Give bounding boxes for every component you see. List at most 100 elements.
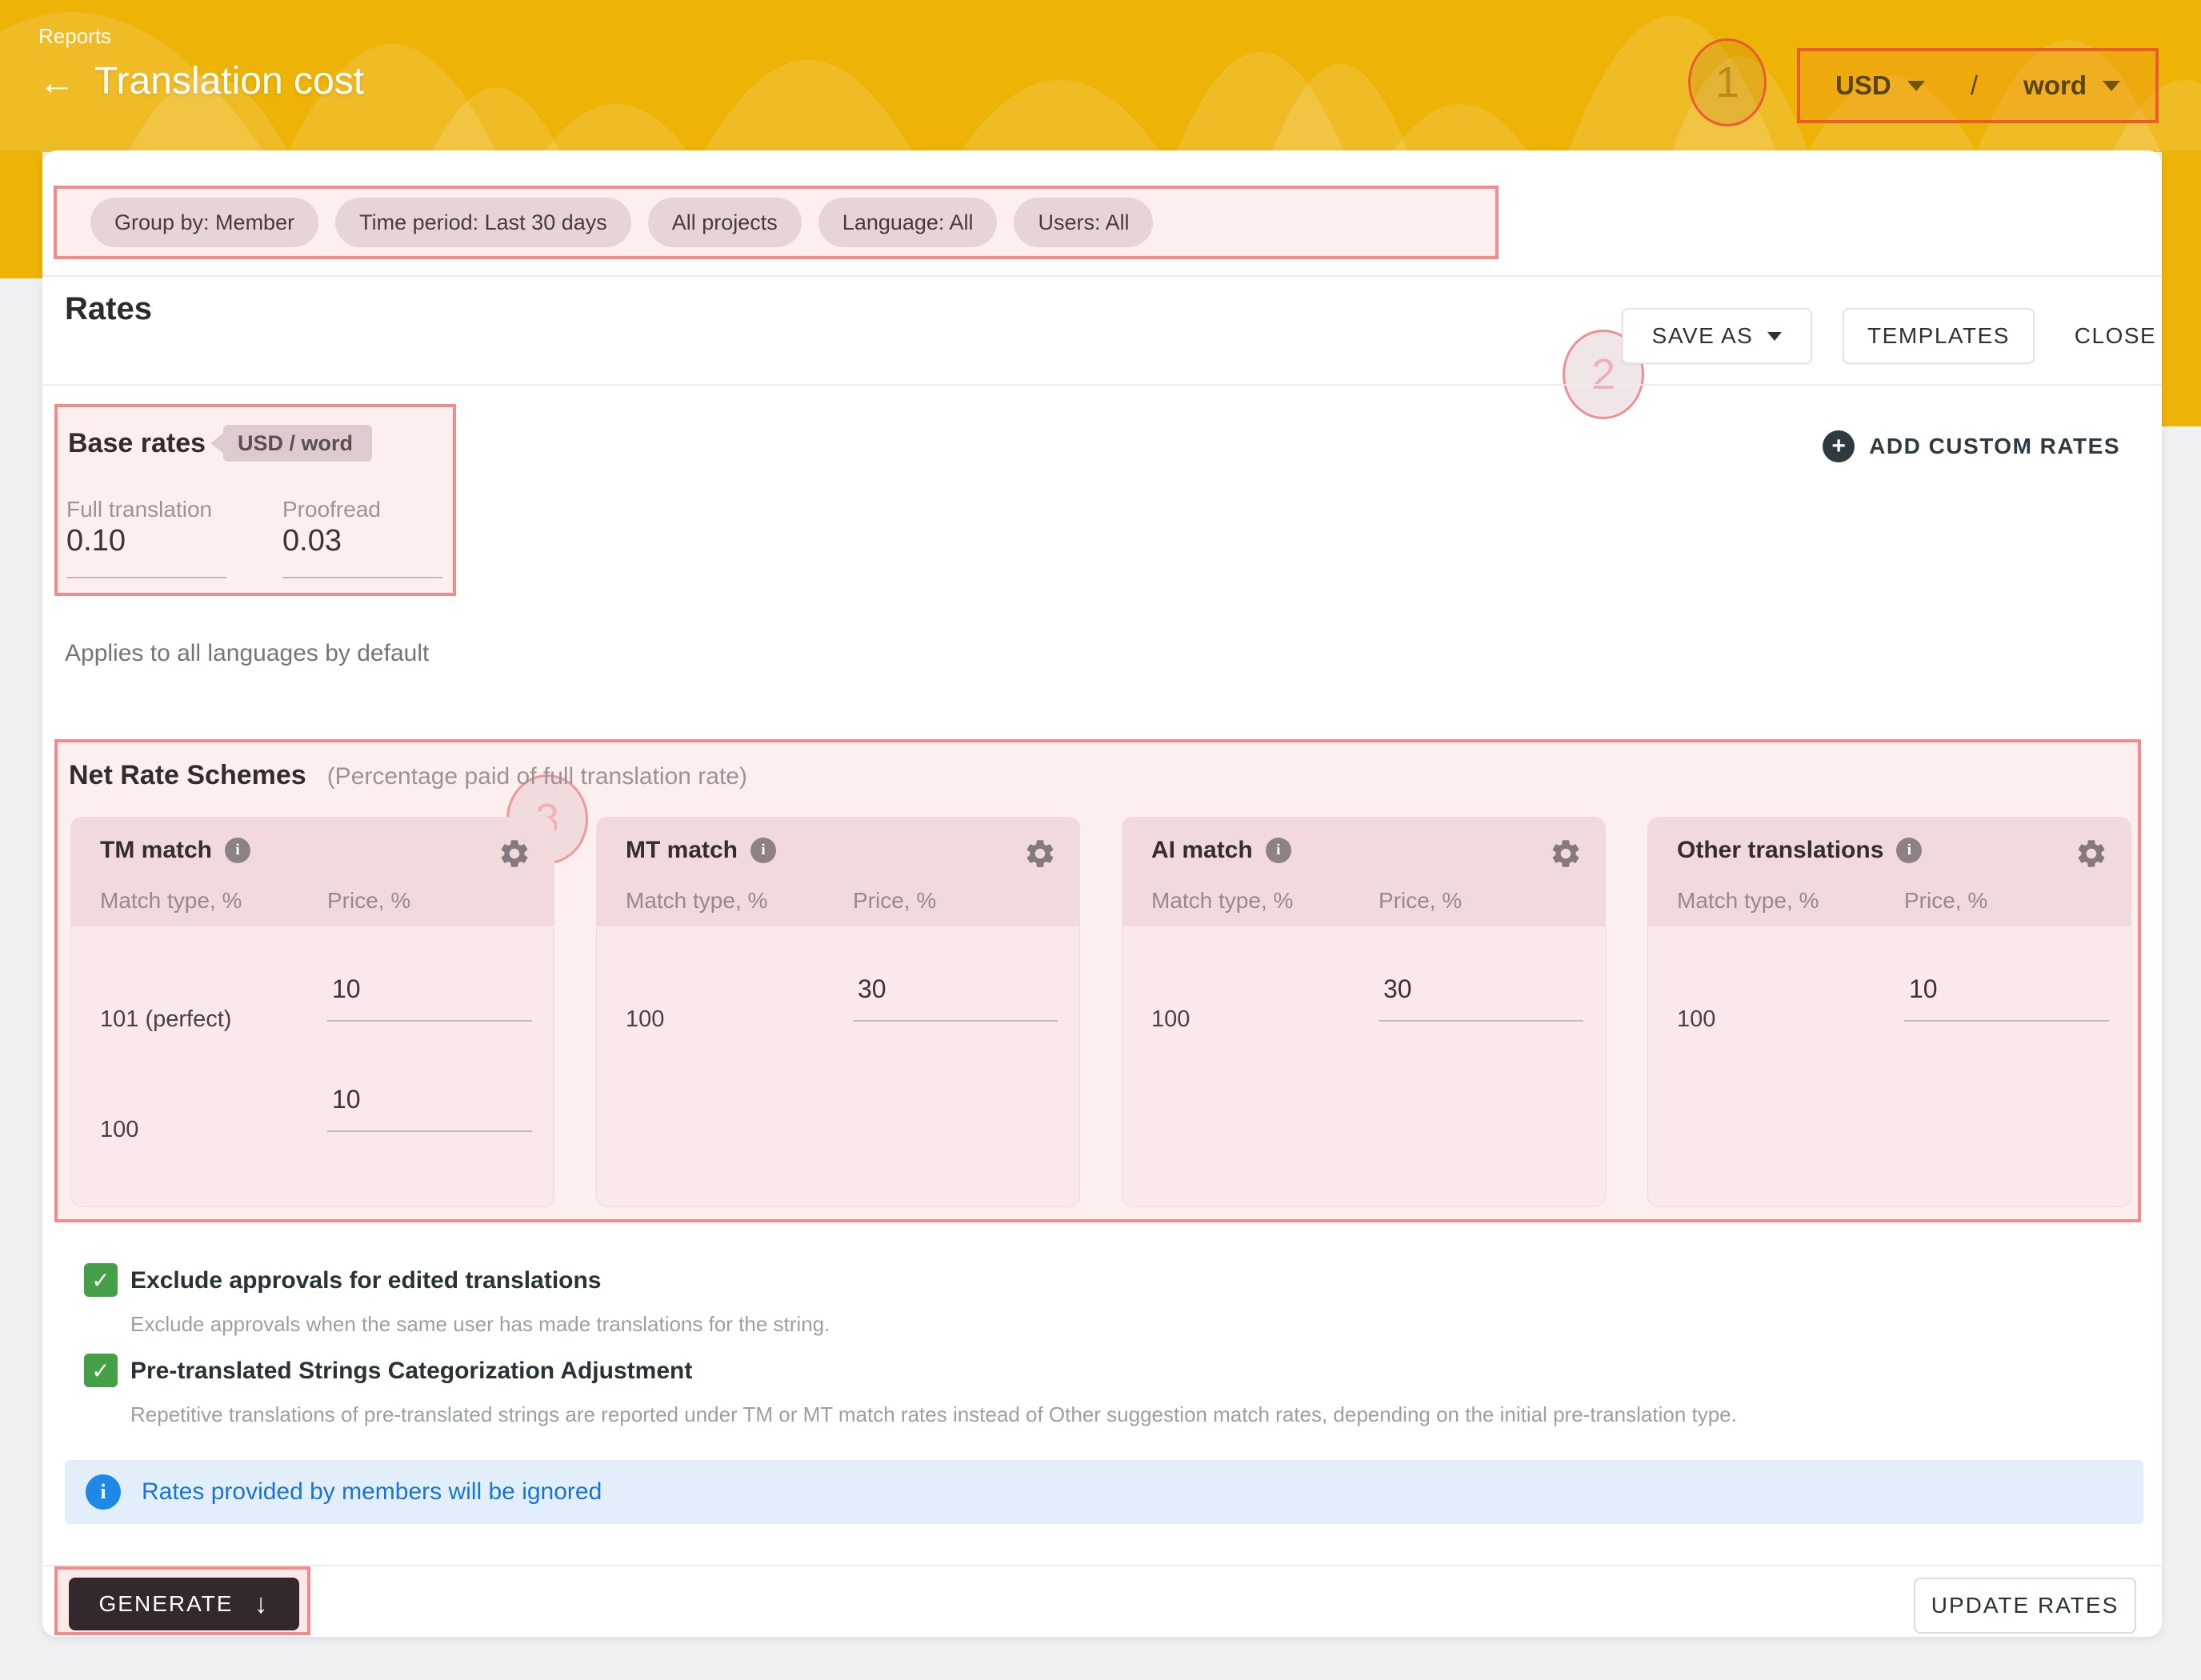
annotation-step-2-number: 2 — [1591, 350, 1615, 399]
breadcrumb[interactable]: Reports — [38, 24, 111, 49]
chevron-down-icon — [2103, 81, 2120, 91]
card-title: MT match — [626, 837, 738, 864]
check-icon: ✓ — [91, 1358, 110, 1384]
info-banner: i Rates provided by members will be igno… — [65, 1460, 2143, 1524]
update-rates-button[interactable]: UPDATE RATES — [1914, 1578, 2136, 1634]
proofread-input[interactable]: 0.03 — [282, 524, 342, 558]
price-input[interactable]: 30 — [1379, 974, 1583, 1022]
base-rates-highlight-box: Base rates USD / word Full translation P… — [54, 404, 456, 596]
currency-unit-selector-highlight: USD / word — [1797, 48, 2159, 123]
net-rate-card-tm-match: TM match i Match type, % Price, % 101 (p… — [70, 817, 554, 1207]
templates-button[interactable]: TEMPLATES — [1843, 308, 2035, 364]
card-title: AI match — [1151, 837, 1253, 864]
net-rate-schemes-highlight-box: Net Rate Schemes (Percentage paid of ful… — [54, 739, 2141, 1222]
exclude-approvals-description: Exclude approvals when the same user has… — [130, 1312, 830, 1337]
info-banner-text: Rates provided by members will be ignore… — [142, 1478, 602, 1506]
checkbox-pretranslated-adjustment[interactable]: ✓ — [84, 1354, 118, 1387]
rate-row: 100 10 — [1677, 974, 2102, 1054]
net-rate-schemes-title: Net Rate Schemes — [69, 760, 306, 791]
full-translation-input[interactable]: 0.10 — [66, 524, 126, 558]
generate-highlight-box: GENERATE ↓ — [54, 1566, 310, 1635]
gear-icon[interactable] — [1023, 837, 1057, 870]
generate-label: GENERATE — [99, 1591, 234, 1617]
match-type-column-header: Match type, % — [1151, 888, 1293, 914]
price-input[interactable]: 10 — [327, 974, 532, 1022]
save-as-button[interactable]: SAVE AS — [1622, 308, 1812, 364]
card-header: TM match i Match type, % Price, % — [71, 818, 554, 926]
gear-icon[interactable] — [1549, 837, 1583, 870]
check-icon: ✓ — [91, 1267, 110, 1294]
match-type-value: 100 — [1677, 1006, 1715, 1033]
match-type-value: 100 — [100, 1117, 138, 1143]
base-rates-unit-tag: USD / word — [223, 425, 372, 462]
info-icon[interactable]: i — [1266, 838, 1291, 863]
plus-icon: + — [1823, 430, 1855, 462]
rates-section-title: Rates — [65, 291, 152, 327]
gear-icon[interactable] — [498, 837, 531, 870]
price-input[interactable]: 30 — [853, 974, 1058, 1022]
card-header: AI match i Match type, % Price, % — [1123, 818, 1605, 926]
currency-unit-divider: / — [1971, 70, 1978, 101]
unit-select[interactable]: word — [2023, 70, 2120, 101]
info-icon[interactable]: i — [1896, 838, 1922, 863]
net-rate-card-mt-match: MT match i Match type, % Price, % 100 30 — [596, 817, 1080, 1207]
info-icon[interactable]: i — [225, 838, 250, 863]
filter-chip-projects[interactable]: All projects — [648, 198, 802, 247]
net-rate-card-other-translations: Other translations i Match type, % Price… — [1647, 817, 2131, 1207]
currency-select[interactable]: USD — [1835, 70, 1925, 101]
header-right-margin — [2162, 150, 2201, 426]
net-rate-schemes-title-row: Net Rate Schemes (Percentage paid of ful… — [69, 760, 747, 791]
input-underline — [66, 577, 226, 578]
info-icon[interactable]: i — [750, 838, 776, 863]
divider — [42, 384, 2162, 386]
divider — [42, 275, 2162, 277]
annotation-step-1-number: 1 — [1715, 58, 1739, 107]
price-input[interactable]: 10 — [1904, 974, 2109, 1022]
match-type-value: 100 — [626, 1006, 664, 1033]
back-arrow-icon[interactable]: ← — [38, 63, 75, 100]
chevron-down-icon — [1907, 81, 1925, 91]
templates-label: TEMPLATES — [1867, 323, 2010, 349]
filter-chip-users[interactable]: Users: All — [1014, 198, 1153, 247]
currency-value: USD — [1835, 70, 1891, 101]
rate-row: 100 10 — [100, 1085, 525, 1165]
chevron-down-icon — [1767, 332, 1782, 341]
page-title-row: ← Translation cost — [38, 59, 364, 103]
base-rates-title: Base rates — [68, 428, 206, 459]
filter-chip-time-period[interactable]: Time period: Last 30 days — [335, 198, 631, 247]
generate-button[interactable]: GENERATE ↓ — [69, 1578, 299, 1630]
full-translation-label: Full translation — [66, 497, 212, 522]
rate-row: 100 30 — [626, 974, 1050, 1054]
info-icon: i — [86, 1474, 121, 1510]
gear-icon[interactable] — [2075, 837, 2108, 870]
match-type-column-header: Match type, % — [1677, 888, 1819, 914]
header-left-margin — [0, 150, 42, 278]
card-header: Other translations i Match type, % Price… — [1648, 818, 2131, 926]
filter-chip-group-by[interactable]: Group by: Member — [90, 198, 318, 247]
checkbox-exclude-approvals[interactable]: ✓ — [84, 1263, 118, 1297]
add-custom-rates-button[interactable]: + ADD CUSTOM RATES — [1823, 430, 2120, 462]
net-rate-schemes-subtitle: (Percentage paid of full translation rat… — [327, 763, 747, 790]
close-button[interactable]: CLOSE — [2071, 308, 2159, 364]
card-header: MT match i Match type, % Price, % — [597, 818, 1079, 926]
save-as-label: SAVE AS — [1652, 323, 1754, 349]
price-column-header: Price, % — [1904, 888, 1987, 914]
pretranslated-adjustment-label[interactable]: Pre-translated Strings Categorization Ad… — [130, 1358, 692, 1385]
filters-highlight-box: Group by: Member Time period: Last 30 da… — [54, 186, 1499, 259]
price-input[interactable]: 10 — [327, 1085, 532, 1132]
annotation-step-1: 1 — [1688, 38, 1767, 126]
input-underline — [282, 577, 442, 578]
divider — [42, 1565, 2162, 1566]
match-type-value: 100 — [1151, 1006, 1190, 1033]
net-rate-cards: TM match i Match type, % Price, % 101 (p… — [70, 817, 2131, 1207]
base-rates-title-row: Base rates USD / word — [68, 425, 372, 462]
download-arrow-icon: ↓ — [254, 1590, 269, 1618]
price-column-header: Price, % — [853, 888, 936, 914]
match-type-column-header: Match type, % — [626, 888, 767, 914]
price-column-header: Price, % — [1379, 888, 1462, 914]
report-settings-card: Group by: Member Time period: Last 30 da… — [42, 150, 2162, 1637]
exclude-approvals-label[interactable]: Exclude approvals for edited translation… — [130, 1267, 602, 1294]
net-rate-card-ai-match: AI match i Match type, % Price, % 100 30 — [1122, 817, 1606, 1207]
translation-cost-screen: Reports ← Translation cost 1 USD / word … — [0, 0, 2201, 1680]
filter-chip-language[interactable]: Language: All — [818, 198, 998, 247]
